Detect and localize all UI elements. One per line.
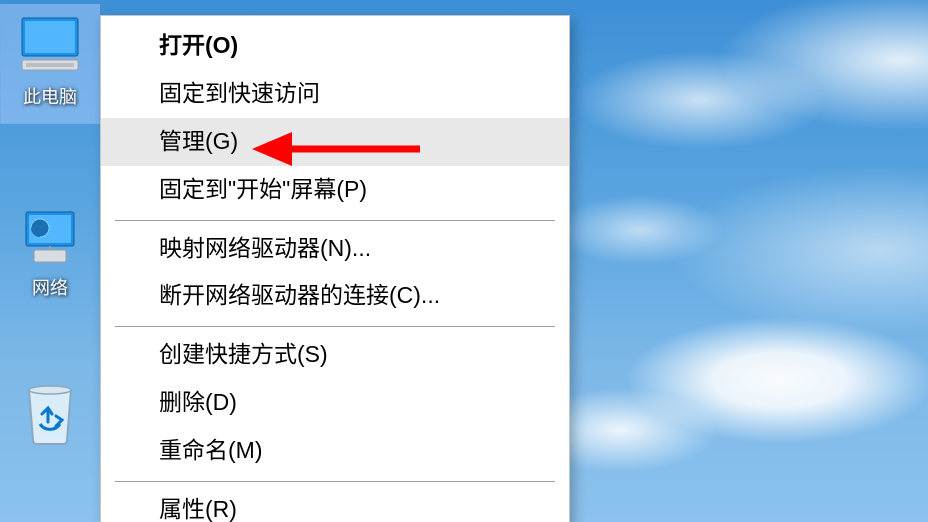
desktop-icons-column: 此电脑 网络 (0, 0, 100, 460)
menu-item-manage[interactable]: 管理(G) (101, 118, 569, 166)
desktop-icon-recycle-bin[interactable] (0, 374, 100, 460)
desktop-icon-this-pc[interactable]: 此电脑 (0, 4, 100, 124)
menu-item-open[interactable]: 打开(O) (101, 22, 569, 70)
menu-separator (115, 481, 555, 482)
menu-item-map-network-drive[interactable]: 映射网络驱动器(N)... (101, 225, 569, 273)
menu-item-properties[interactable]: 属性(R) (101, 486, 569, 522)
desktop-icon-network[interactable]: 网络 (0, 196, 100, 314)
computer-icon (16, 15, 84, 77)
network-icon (16, 206, 84, 268)
desktop-icon-label: 此电脑 (23, 83, 77, 109)
menu-separator (115, 220, 555, 221)
menu-item-pin-start[interactable]: 固定到"开始"屏幕(P) (101, 166, 569, 214)
menu-item-create-shortcut[interactable]: 创建快捷方式(S) (101, 331, 569, 379)
desktop-icon-label: 网络 (32, 274, 68, 300)
menu-item-delete[interactable]: 删除(D) (101, 379, 569, 427)
menu-separator (115, 326, 555, 327)
menu-item-rename[interactable]: 重命名(M) (101, 427, 569, 475)
menu-item-pin-quick-access[interactable]: 固定到快速访问 (101, 70, 569, 118)
menu-item-disconnect-network-drive[interactable]: 断开网络驱动器的连接(C)... (101, 272, 569, 320)
recycle-bin-icon (16, 384, 84, 446)
context-menu: 打开(O) 固定到快速访问 管理(G) 固定到"开始"屏幕(P) 映射网络驱动器… (100, 15, 570, 522)
